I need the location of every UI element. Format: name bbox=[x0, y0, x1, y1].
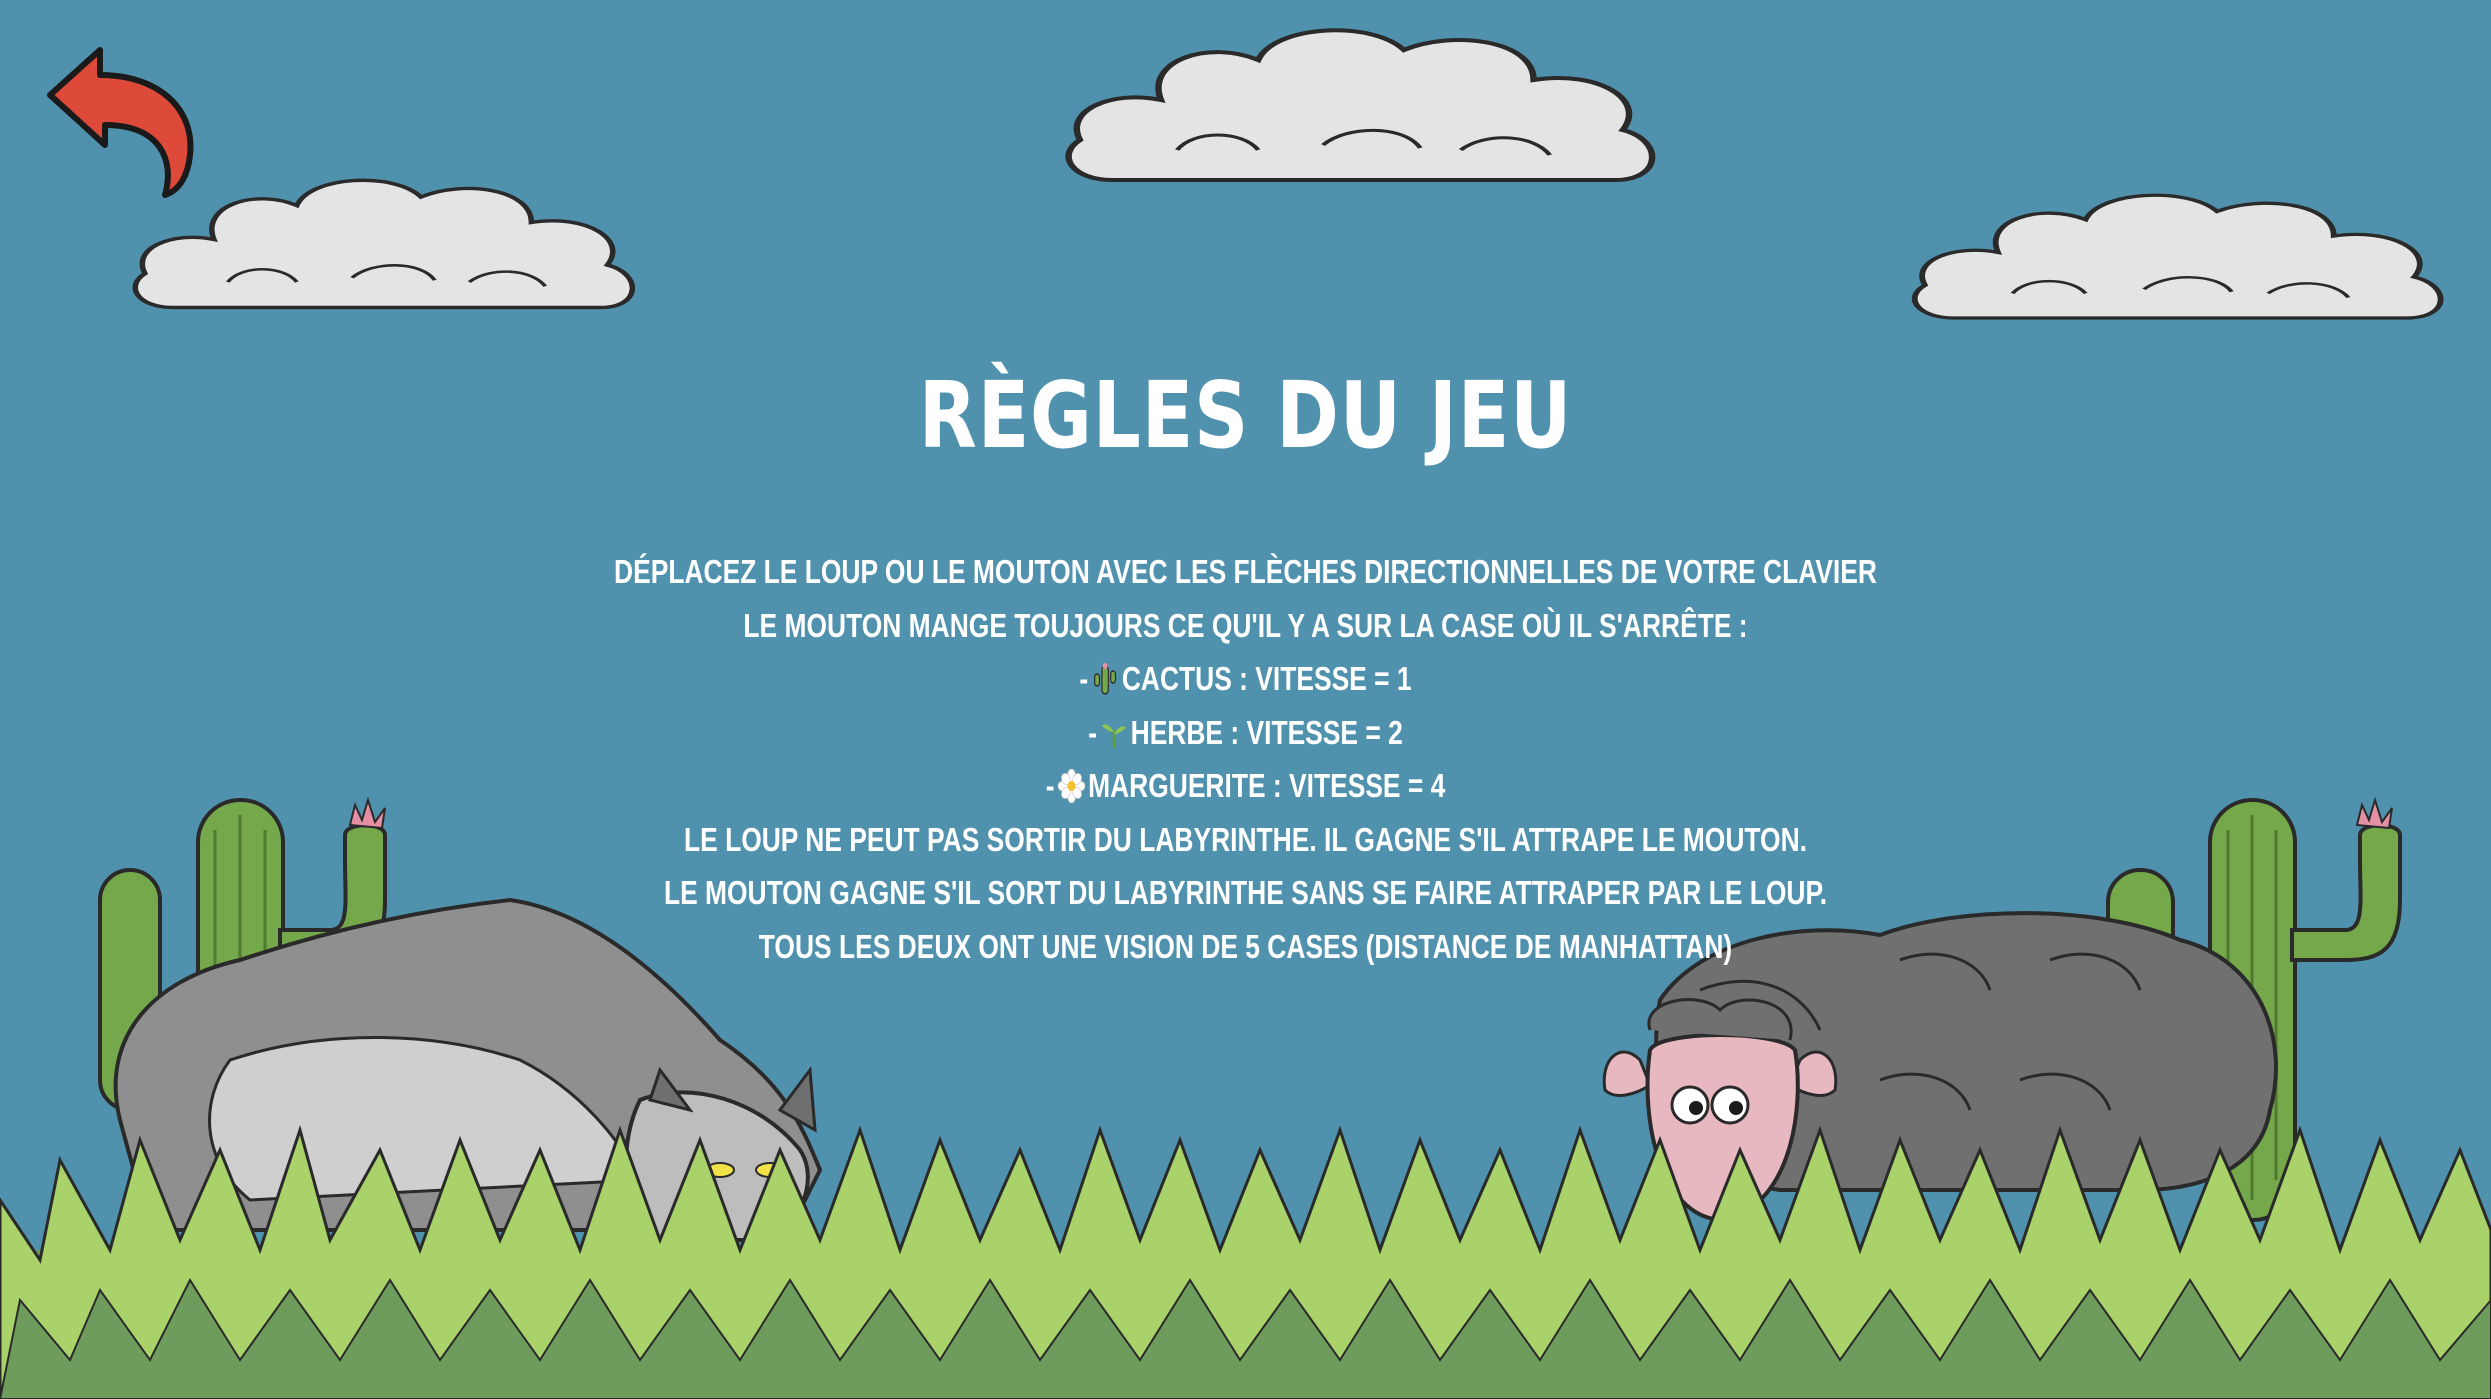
bullet-prefix: - bbox=[1088, 713, 1098, 751]
back-button[interactable] bbox=[40, 40, 200, 200]
page-title: RÈGLES DU JEU bbox=[918, 362, 1573, 469]
cloud-center bbox=[1069, 30, 1653, 180]
grass-sprout-icon bbox=[1101, 723, 1126, 748]
rule-line: LE LOUP NE PEUT PAS SORTIR DU LABYRINTHE… bbox=[684, 820, 1807, 858]
food-label: HERBE : VITESSE = 2 bbox=[1130, 713, 1403, 751]
rule-line: DÉPLACEZ LE LOUP OU LE MOUTON AVEC LES F… bbox=[614, 553, 1877, 590]
food-item-cactus: - CACTUS : VITESSE = 1 bbox=[249, 652, 2242, 706]
rule-line: LE MOUTON MANGE TOUJOURS CE QU'IL Y A SU… bbox=[743, 606, 1748, 644]
cloud-left bbox=[135, 180, 632, 307]
rule-line: TOUS LES DEUX ONT UNE VISION DE 5 CASES … bbox=[758, 927, 1733, 965]
food-item-daisy: - MARGUERITE : VITESSE = 4 bbox=[249, 759, 2242, 813]
cactus-icon bbox=[1094, 663, 1117, 695]
daisy-icon bbox=[1057, 769, 1085, 803]
back-arrow-icon bbox=[47, 47, 194, 198]
cloud-right bbox=[1915, 195, 2441, 318]
rule-line: LE MOUTON GAGNE S'IL SORT DU LABYRINTHE … bbox=[663, 874, 1828, 911]
food-label: CACTUS : VITESSE = 1 bbox=[1121, 660, 1412, 697]
bullet-prefix: - bbox=[1045, 767, 1055, 804]
bullet-prefix: - bbox=[1079, 660, 1089, 697]
food-label: MARGUERITE : VITESSE = 4 bbox=[1088, 767, 1446, 804]
rules-text: DÉPLACEZ LE LOUP OU LE MOUTON AVEC LES F… bbox=[0, 545, 2491, 973]
food-item-grass: - HERBE : VITESSE = 2 bbox=[249, 706, 2242, 760]
